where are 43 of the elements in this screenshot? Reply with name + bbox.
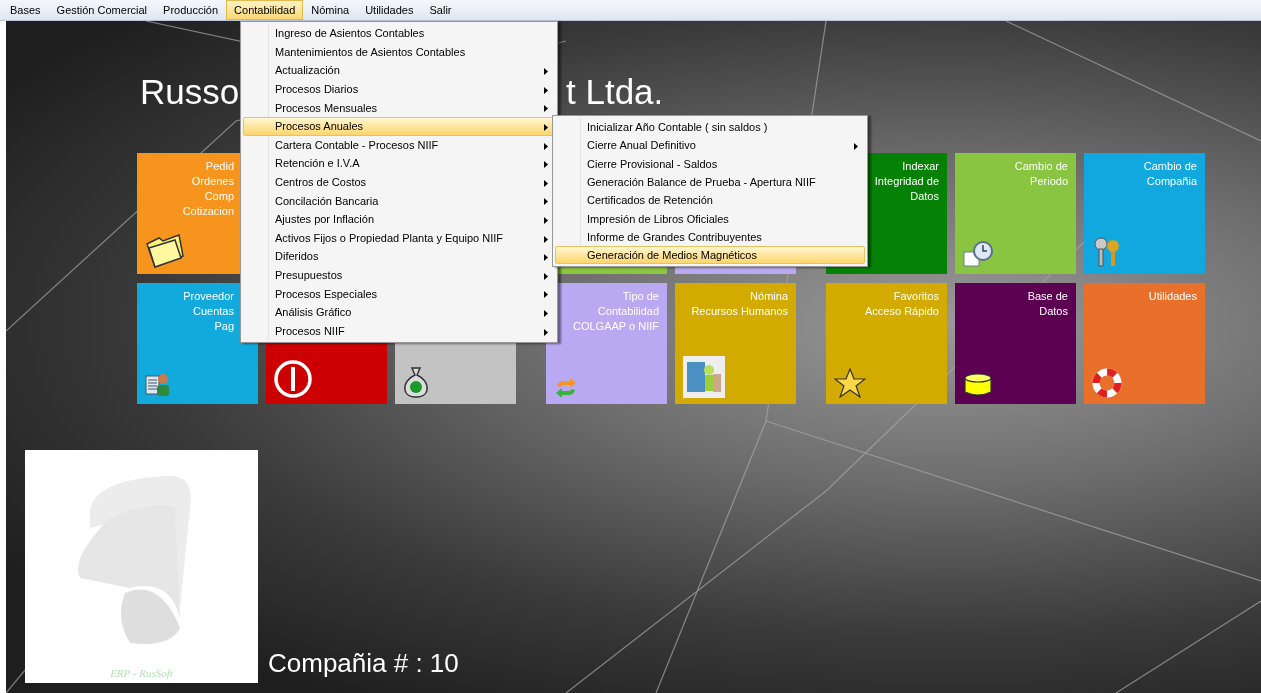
tile-label: Favoritos Acceso Rápido (865, 289, 939, 319)
menu-bar-item[interactable]: Salir (421, 0, 460, 20)
tile-label: Cambio de Compañia (1143, 159, 1197, 189)
menu-bar-item[interactable]: Bases (2, 0, 49, 20)
menu-item[interactable]: Procesos Diarios (243, 79, 555, 99)
power-icon (274, 360, 312, 398)
money-bag-icon (403, 366, 429, 398)
arrows-icon (554, 378, 578, 398)
tile-label: Pedid Ordenes Comp Cotizacion (182, 159, 234, 219)
tile-label: Tipo de Contabilidad COLGAAP o NIIF (573, 289, 659, 334)
cylinder-icon (963, 372, 993, 398)
menu-bar-item[interactable]: Gestión Comercial (48, 0, 156, 20)
lifebuoy-icon (1092, 368, 1122, 398)
logo-caption: ERP - RusSoft (110, 667, 173, 679)
clock-calendar-icon (963, 240, 995, 268)
company-title: t Ltda. (566, 74, 664, 109)
keys-icon (1092, 236, 1122, 268)
worker-picture-icon (683, 356, 725, 398)
tile-label: Base de Datos (1027, 289, 1068, 319)
menu-bar-item[interactable]: Nómina (303, 0, 358, 20)
tile-label: Indexar Integridad de Datos (874, 159, 939, 204)
menu-item[interactable]: Inicializar Año Contable ( sin saldos ) (555, 118, 865, 137)
menu-bar-item[interactable]: Contabilidad (226, 0, 304, 20)
menu-item[interactable]: Generación de Medios Magnéticos (555, 246, 865, 265)
menu-item[interactable]: Ingreso de Asientos Contables (243, 24, 555, 43)
tile-label: Utilidades (1148, 289, 1197, 304)
tile-label: Nómina Recursos Humanos (691, 289, 788, 319)
menu-item[interactable]: Mantenimientos de Asientos Contables (243, 42, 555, 62)
menu-item[interactable]: Procesos Mensuales (243, 98, 555, 117)
folder-icon (145, 234, 185, 268)
menu-tile[interactable]: Base de Datos (955, 283, 1076, 404)
tile-label: Cambio de Periodo (1014, 159, 1068, 189)
menu-item[interactable]: Cartera Contable - Procesos NIIF (243, 135, 555, 155)
menu-item[interactable]: Cierre Anual Definitivo (555, 136, 865, 155)
menu-bar-item[interactable]: Utilidades (357, 0, 422, 20)
menu-item[interactable]: Procesos Anuales (243, 116, 555, 136)
tile-label: Proveedor Cuentas Pag (183, 289, 234, 334)
people-icon (145, 372, 171, 398)
menu-item[interactable]: Actualización (243, 61, 555, 80)
star-icon (834, 368, 866, 398)
company-title: Russo (140, 74, 240, 109)
company-number: Compañia # : 10 (268, 648, 459, 679)
menu-bar-item[interactable]: Producción (155, 0, 227, 20)
